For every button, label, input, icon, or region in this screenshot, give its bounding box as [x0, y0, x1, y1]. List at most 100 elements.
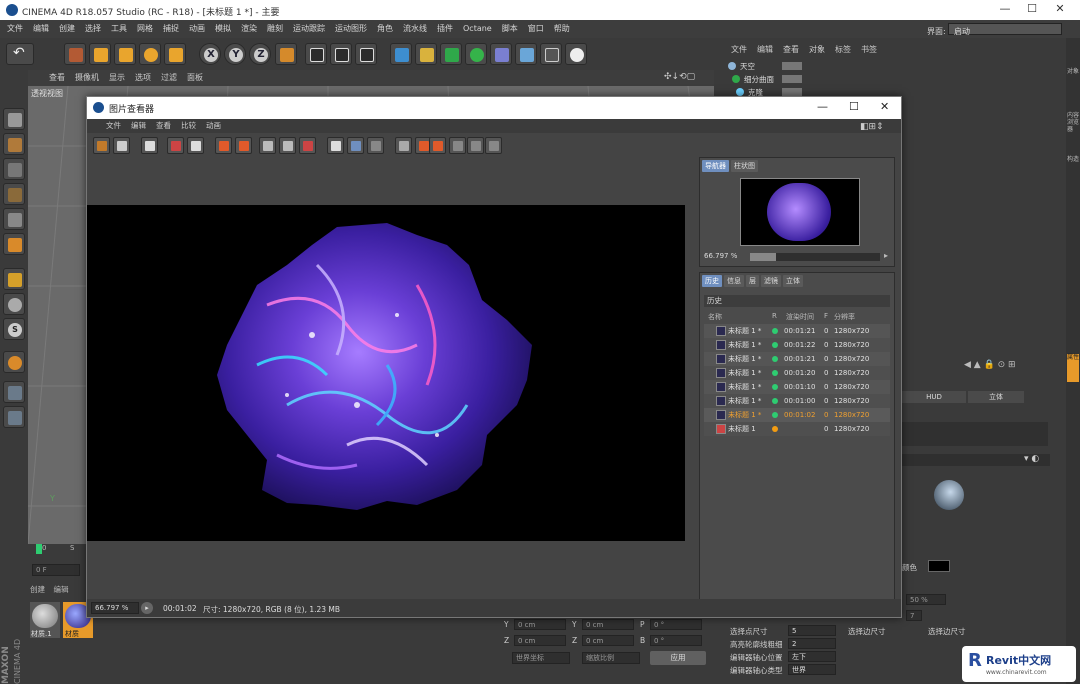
viewer-panel-icons[interactable]: ◧⊞⇕: [855, 120, 889, 134]
polygons-mode-button[interactable]: [3, 233, 25, 255]
coord-field[interactable]: 0 cm: [582, 635, 634, 646]
side-tab[interactable]: 内容浏览器: [1067, 112, 1079, 133]
viewer-tool-button[interactable]: [113, 137, 130, 154]
viewer-tool-button[interactable]: [429, 137, 446, 154]
viewport-menu-item[interactable]: 选项: [130, 70, 156, 86]
viewport-menu-item[interactable]: 显示: [104, 70, 130, 86]
menu-item[interactable]: 雕刻: [262, 21, 288, 37]
points-mode-button[interactable]: [3, 183, 25, 205]
viewer-tool-button[interactable]: [367, 137, 384, 154]
menu-item[interactable]: 模拟: [210, 21, 236, 37]
viewport-menu-item[interactable]: 面板: [182, 70, 208, 86]
history-tab[interactable]: 层: [746, 275, 759, 287]
cloner-button[interactable]: [465, 43, 487, 65]
menu-item[interactable]: 工具: [106, 21, 132, 37]
attribute-nav-icons[interactable]: ◀ ▲ 🔒 ⊙ ⊞: [964, 360, 1016, 370]
viewer-close-button[interactable]: ✕: [880, 100, 889, 113]
close-button[interactable]: ✕: [1045, 2, 1075, 18]
viewer-tool-button[interactable]: [235, 137, 252, 154]
coord-mode-select[interactable]: 世界坐标: [512, 652, 570, 664]
pen-button[interactable]: [415, 43, 437, 65]
menu-item[interactable]: 窗口: [523, 21, 549, 37]
render-picture-viewer-button[interactable]: [330, 43, 352, 65]
history-row[interactable]: 未标题 1 * 00:01:20 0 1280x720: [704, 366, 890, 380]
viewer-menu-item[interactable]: 比较: [176, 119, 201, 133]
axis-mode-button[interactable]: [3, 268, 25, 290]
viewer-tool-button[interactable]: [141, 137, 158, 154]
history-row[interactable]: 未标题 1 * 00:01:00 0 1280x720: [704, 394, 890, 408]
viewer-tool-button[interactable]: [187, 137, 204, 154]
viewer-tool-button[interactable]: [299, 137, 316, 154]
history-row[interactable]: 未标题 1 * 00:01:21 0 1280x720: [704, 352, 890, 366]
coord-field[interactable]: 0 °: [650, 619, 702, 630]
viewer-tool-button[interactable]: [215, 137, 232, 154]
menu-item[interactable]: Octane: [458, 21, 497, 37]
maximize-button[interactable]: ☐: [1017, 2, 1047, 18]
side-tab-attributes[interactable]: 属性: [1067, 354, 1079, 382]
object-menu-item[interactable]: 标签: [830, 44, 856, 55]
object-row[interactable]: 细分曲面: [720, 73, 1060, 86]
texture-mode-button[interactable]: [3, 133, 25, 155]
menu-item[interactable]: 渲染: [236, 21, 262, 37]
light-button[interactable]: [565, 43, 587, 65]
menu-item[interactable]: 流水线: [398, 21, 432, 37]
attr-field[interactable]: 2: [788, 638, 836, 649]
render-settings-button[interactable]: [355, 43, 377, 65]
history-row[interactable]: 未标题 1 0 1280x720: [704, 422, 890, 436]
navigator-tab[interactable]: 导航器: [702, 160, 729, 172]
menu-item[interactable]: 捕捉: [158, 21, 184, 37]
viewer-tool-button[interactable]: [485, 137, 502, 154]
object-row[interactable]: 天空: [720, 60, 1060, 73]
viewer-tool-button[interactable]: [93, 137, 110, 154]
camera-button[interactable]: [540, 43, 562, 65]
attr-field[interactable]: 左下: [788, 651, 836, 662]
history-tab[interactable]: 信息: [724, 275, 744, 287]
history-row[interactable]: 未标题 1 * 00:01:02 0 1280x720: [704, 408, 890, 422]
side-tab[interactable]: 对象: [1067, 68, 1079, 75]
model-mode-button[interactable]: [3, 108, 25, 130]
subdivision-button[interactable]: [440, 43, 462, 65]
viewer-tool-button[interactable]: [395, 137, 412, 154]
coord-field[interactable]: 0 cm: [514, 619, 566, 630]
viewport-menu-item[interactable]: 查看: [44, 70, 70, 86]
rotate-tool-button[interactable]: [139, 43, 161, 65]
viewer-menu-item[interactable]: 查看: [151, 119, 176, 133]
seven-field[interactable]: 7: [906, 610, 922, 621]
select-tool-button[interactable]: [64, 43, 86, 65]
workplane-tool-button[interactable]: [3, 406, 25, 428]
menu-item[interactable]: 动画: [184, 21, 210, 37]
zoom-stepper-icon[interactable]: ▸: [884, 251, 888, 260]
status-zoom[interactable]: 66.797 %: [91, 602, 139, 614]
workplane-button[interactable]: [3, 158, 25, 180]
zoom-slider-track[interactable]: [750, 253, 880, 261]
material-menu-create[interactable]: 创建: [30, 584, 45, 595]
hud-tab[interactable]: HUD: [902, 391, 966, 403]
scale-mode-select[interactable]: 缩放比例: [582, 652, 640, 664]
apply-button[interactable]: 应用: [650, 651, 706, 665]
y-axis-button[interactable]: Y: [224, 43, 246, 65]
menu-item[interactable]: 编辑: [28, 21, 54, 37]
viewer-tool-button[interactable]: [347, 137, 364, 154]
material-menu-edit[interactable]: 编辑: [54, 584, 69, 595]
navigator-thumbnail[interactable]: [740, 178, 860, 246]
material-swatch[interactable]: 材质.1: [30, 602, 60, 638]
x-axis-button[interactable]: X: [199, 43, 221, 65]
attr-field[interactable]: 5: [788, 625, 836, 636]
edges-mode-button[interactable]: [3, 208, 25, 230]
zoom-step-icon[interactable]: ▸: [141, 602, 153, 614]
object-menu-item[interactable]: 文件: [726, 44, 752, 55]
object-flags-icon[interactable]: [782, 62, 802, 70]
attr-field[interactable]: 世界: [788, 664, 836, 675]
coord-field[interactable]: 0 cm: [514, 635, 566, 646]
scale-tool-button[interactable]: [114, 43, 136, 65]
object-menu-item[interactable]: 查看: [778, 44, 804, 55]
object-menu-item[interactable]: 编辑: [752, 44, 778, 55]
color-swatch[interactable]: [928, 560, 950, 572]
menu-item[interactable]: 网格: [132, 21, 158, 37]
coord-field[interactable]: 0 cm: [582, 619, 634, 630]
cube-button[interactable]: [390, 43, 412, 65]
history-tab[interactable]: 历史: [702, 275, 722, 287]
history-tab[interactable]: 立体: [783, 275, 803, 287]
move-tool-button[interactable]: [89, 43, 111, 65]
viewer-tool-button[interactable]: [279, 137, 296, 154]
